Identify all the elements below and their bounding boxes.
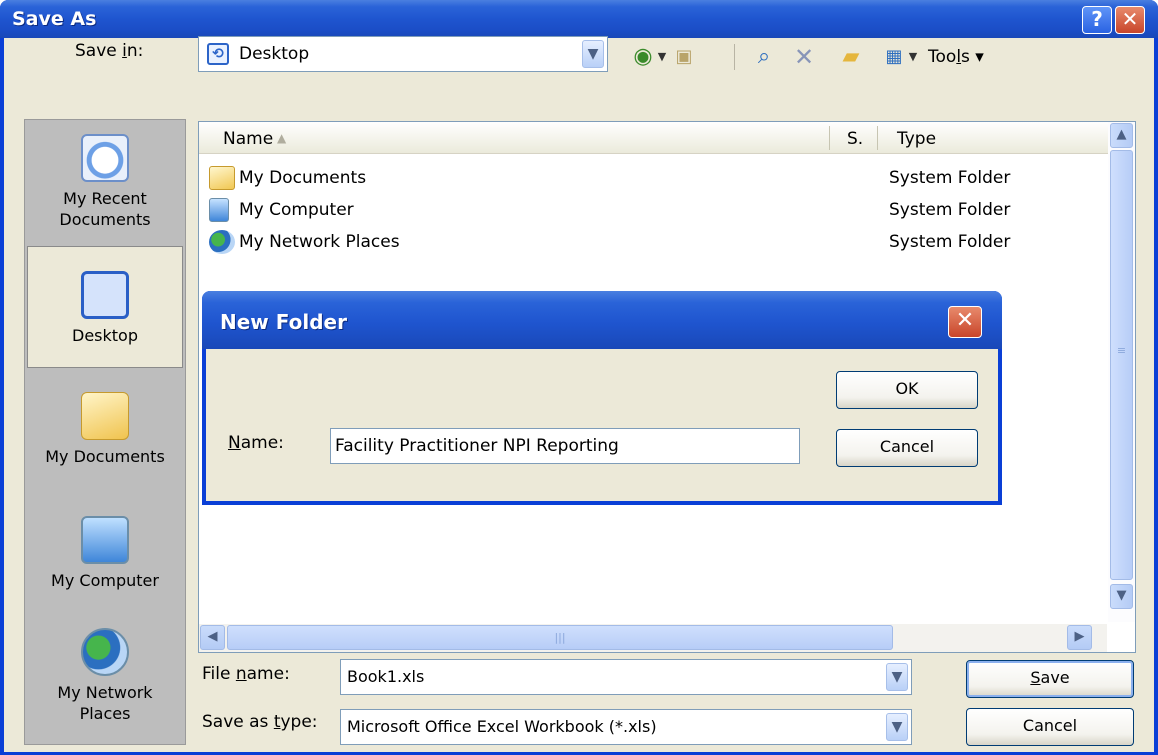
title-bar[interactable]: Save As ? ✕ bbox=[0, 0, 1158, 38]
new-folder-dialog: New Folder ✕ Name: Facility Practitioner… bbox=[202, 291, 1002, 505]
folder-icon bbox=[209, 166, 235, 190]
horizontal-scroll-thumb[interactable]: ||| bbox=[227, 625, 893, 650]
scroll-left-icon[interactable]: ◀ bbox=[200, 625, 225, 650]
my-computer-icon bbox=[81, 516, 129, 564]
recent-documents-icon bbox=[81, 134, 129, 182]
new-folder-client-area: Name: Facility Practitioner NPI Reportin… bbox=[206, 349, 998, 501]
computer-icon bbox=[209, 198, 229, 222]
horizontal-scrollbar[interactable]: ◀ ||| ▶ bbox=[199, 624, 1107, 652]
back-dropdown-icon[interactable]: ▼ bbox=[655, 44, 669, 72]
new-folder-close-button[interactable]: ✕ bbox=[948, 306, 982, 338]
new-folder-title-bar[interactable]: New Folder ✕ bbox=[202, 291, 1002, 349]
folder-name-label: Name: bbox=[228, 433, 284, 453]
places-bar: My Recent Documents Desktop My Documents… bbox=[24, 119, 186, 745]
scroll-up-icon[interactable]: ▲ bbox=[1110, 123, 1133, 148]
chevron-down-icon[interactable]: ▼ bbox=[886, 713, 908, 741]
save-as-type-value: Microsoft Office Excel Workbook (*.xls) bbox=[347, 717, 657, 736]
window-title: Save As bbox=[12, 8, 97, 30]
file-name: My Network Places bbox=[239, 232, 400, 252]
tools-menu[interactable]: Tools ▾ bbox=[928, 44, 1018, 72]
save-in-combobox[interactable]: ⟲ Desktop ▼ bbox=[198, 36, 608, 72]
chevron-down-icon[interactable]: ▼ bbox=[886, 663, 908, 691]
save-in-label: Save in: bbox=[75, 41, 144, 61]
file-type: System Folder bbox=[889, 200, 1011, 220]
delete-icon[interactable]: ✕ bbox=[790, 44, 818, 72]
save-as-type-label: Save as type: bbox=[202, 712, 318, 732]
desktop-icon bbox=[81, 271, 129, 319]
file-name-value: Book1.xls bbox=[347, 667, 425, 686]
column-size[interactable]: S. bbox=[847, 129, 863, 149]
back-icon[interactable]: ◉ bbox=[630, 44, 656, 72]
file-name-input[interactable]: Book1.xls ▼ bbox=[340, 659, 912, 695]
place-my-documents[interactable]: My Documents bbox=[27, 380, 183, 492]
search-web-icon[interactable]: ⌕ bbox=[750, 44, 778, 72]
column-divider[interactable] bbox=[877, 126, 878, 150]
network-icon bbox=[209, 230, 235, 254]
place-my-recent-documents[interactable]: My Recent Documents bbox=[27, 126, 183, 244]
my-documents-folder-icon bbox=[81, 392, 129, 440]
place-my-computer[interactable]: My Computer bbox=[27, 504, 183, 616]
file-type: System Folder bbox=[889, 232, 1011, 252]
folder-name-input[interactable]: Facility Practitioner NPI Reporting bbox=[330, 428, 800, 464]
column-header: Name ▲ S. Type bbox=[199, 122, 1109, 154]
cancel-button[interactable]: Cancel bbox=[966, 708, 1134, 746]
network-places-icon bbox=[81, 628, 129, 676]
new-folder-title: New Folder bbox=[220, 310, 347, 334]
file-name: My Documents bbox=[239, 168, 367, 188]
views-dropdown-icon[interactable]: ▼ bbox=[906, 44, 920, 72]
column-name[interactable]: Name bbox=[223, 129, 273, 149]
vertical-scroll-thumb[interactable]: ≡ bbox=[1110, 150, 1133, 580]
toolbar-separator bbox=[734, 44, 735, 70]
list-item[interactable]: My Documents System Folder bbox=[209, 164, 1099, 194]
chevron-down-icon[interactable]: ▼ bbox=[582, 40, 604, 68]
file-type: System Folder bbox=[889, 168, 1011, 188]
close-button[interactable]: ✕ bbox=[1115, 6, 1145, 34]
file-name: My Computer bbox=[239, 200, 354, 220]
place-desktop[interactable]: Desktop bbox=[27, 246, 183, 368]
file-name-label: File name: bbox=[202, 664, 290, 684]
help-button[interactable]: ? bbox=[1082, 6, 1112, 34]
new-folder-icon[interactable]: ▰ bbox=[836, 44, 866, 72]
place-my-network-places[interactable]: My Network Places bbox=[27, 620, 183, 740]
vertical-scrollbar[interactable]: ▲ ≡ ▼ bbox=[1108, 122, 1135, 622]
list-item[interactable]: My Network Places System Folder bbox=[209, 228, 1099, 258]
scroll-down-icon[interactable]: ▼ bbox=[1110, 584, 1133, 609]
ok-button[interactable]: OK bbox=[836, 371, 978, 409]
up-one-level-icon[interactable]: ▣ bbox=[670, 44, 698, 72]
save-in-value: Desktop bbox=[239, 44, 310, 64]
scroll-right-icon[interactable]: ▶ bbox=[1067, 625, 1092, 650]
views-icon[interactable]: ▦ bbox=[880, 44, 908, 72]
column-type[interactable]: Type bbox=[897, 129, 936, 149]
sort-ascending-icon: ▲ bbox=[277, 131, 287, 145]
save-button[interactable]: Save bbox=[966, 660, 1134, 698]
column-divider[interactable] bbox=[829, 126, 830, 150]
list-item[interactable]: My Computer System Folder bbox=[209, 196, 1099, 226]
desktop-icon: ⟲ bbox=[207, 43, 229, 65]
save-as-type-select[interactable]: Microsoft Office Excel Workbook (*.xls) … bbox=[340, 709, 912, 745]
folder-name-value: Facility Practitioner NPI Reporting bbox=[335, 436, 619, 456]
new-folder-cancel-button[interactable]: Cancel bbox=[836, 429, 978, 467]
